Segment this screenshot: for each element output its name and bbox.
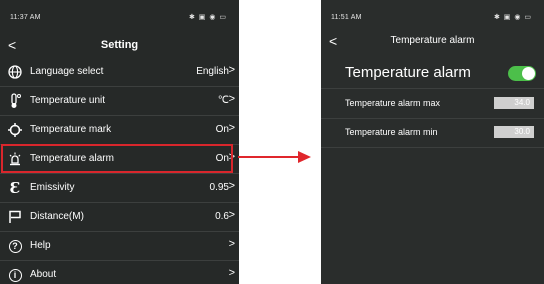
settings-item-value: 0.95 (209, 182, 229, 193)
status-time: 11:51 AM (331, 14, 362, 21)
settings-item-label: Help (30, 240, 51, 251)
settings-item-value: 0.6 (215, 211, 229, 222)
toggle-knob (522, 67, 535, 80)
chevron-right-icon: > (228, 64, 235, 76)
settings-item-label: Language select (30, 66, 104, 77)
nav-bar: < Temperature alarm (321, 32, 544, 54)
settings-item-label: Temperature mark (30, 124, 112, 135)
info-glyph: i (8, 268, 22, 282)
settings-item-label: About (30, 269, 57, 280)
status-time: 11:37 AM (10, 14, 41, 21)
settings-item-value: ℃ (217, 95, 229, 106)
alarm-max-input[interactable]: 34.0 (494, 97, 534, 109)
settings-item-temperature-unit[interactable]: Temperature unit ℃ > (0, 87, 239, 116)
alarm-toggle-switch[interactable] (508, 66, 536, 81)
thermometer-icon (7, 93, 23, 109)
status-bar: 11:51 AM ✱ ▣ ◉ ▭ (321, 0, 544, 32)
status-bar: 11:37 AM ✱ ▣ ◉ ▭ (0, 0, 239, 36)
info-icon: i (7, 267, 23, 283)
status-icons: ✱ ▣ ◉ ▭ (493, 14, 532, 21)
alarm-toggle-row: Temperature alarm (321, 58, 544, 89)
alarm-max-row: Temperature alarm max 34.0 (321, 89, 544, 119)
chevron-right-icon: > (228, 93, 235, 105)
settings-item-emissivity[interactable]: Ɛ Emissivity 0.95 > (0, 174, 239, 203)
nav-bar: < Setting (0, 36, 239, 58)
settings-item-distance[interactable]: Distance(M) 0.6 > (0, 203, 239, 232)
chevron-right-icon: > (228, 238, 235, 250)
crosshair-icon (7, 122, 23, 138)
settings-item-label: Emissivity (30, 182, 75, 193)
temperature-alarm-screen: 11:51 AM ✱ ▣ ◉ ▭ < Temperature alarm Tem… (321, 0, 544, 284)
help-icon: ? (7, 238, 23, 254)
page-title: Setting (100, 39, 139, 51)
epsilon-glyph: Ɛ (9, 179, 21, 197)
settings-item-label: Temperature unit (30, 95, 106, 106)
settings-item-value: On (215, 124, 229, 135)
chevron-right-icon: > (228, 209, 235, 221)
chevron-right-icon: > (228, 180, 235, 192)
settings-item-label: Distance(M) (30, 211, 84, 222)
highlight-box (1, 144, 233, 173)
alarm-min-label: Temperature alarm min (345, 127, 438, 137)
alarm-toggle-label: Temperature alarm (345, 64, 471, 81)
settings-item-about[interactable]: i About > (0, 261, 239, 284)
chevron-right-icon: > (228, 267, 235, 279)
settings-item-value: English (196, 66, 229, 77)
chevron-right-icon: > (228, 122, 235, 134)
flag-icon (7, 209, 23, 225)
status-icons: ✱ ▣ ◉ ▭ (188, 14, 227, 21)
alarm-min-input[interactable]: 30.0 (494, 126, 534, 138)
page-title: Temperature alarm (390, 35, 475, 46)
help-glyph: ? (8, 239, 22, 253)
epsilon-icon: Ɛ (7, 179, 23, 197)
alarm-max-label: Temperature alarm max (345, 98, 441, 108)
settings-item-help[interactable]: ? Help > (0, 232, 239, 261)
settings-item-temperature-mark[interactable]: Temperature mark On > (0, 116, 239, 145)
globe-icon (7, 64, 23, 80)
arrow-right-icon (238, 151, 311, 163)
settings-item-language[interactable]: Language select English > (0, 58, 239, 87)
settings-screen: 11:37 AM ✱ ▣ ◉ ▭ < Setting Language sele… (0, 0, 239, 284)
alarm-min-row: Temperature alarm min 30.0 (321, 118, 544, 148)
